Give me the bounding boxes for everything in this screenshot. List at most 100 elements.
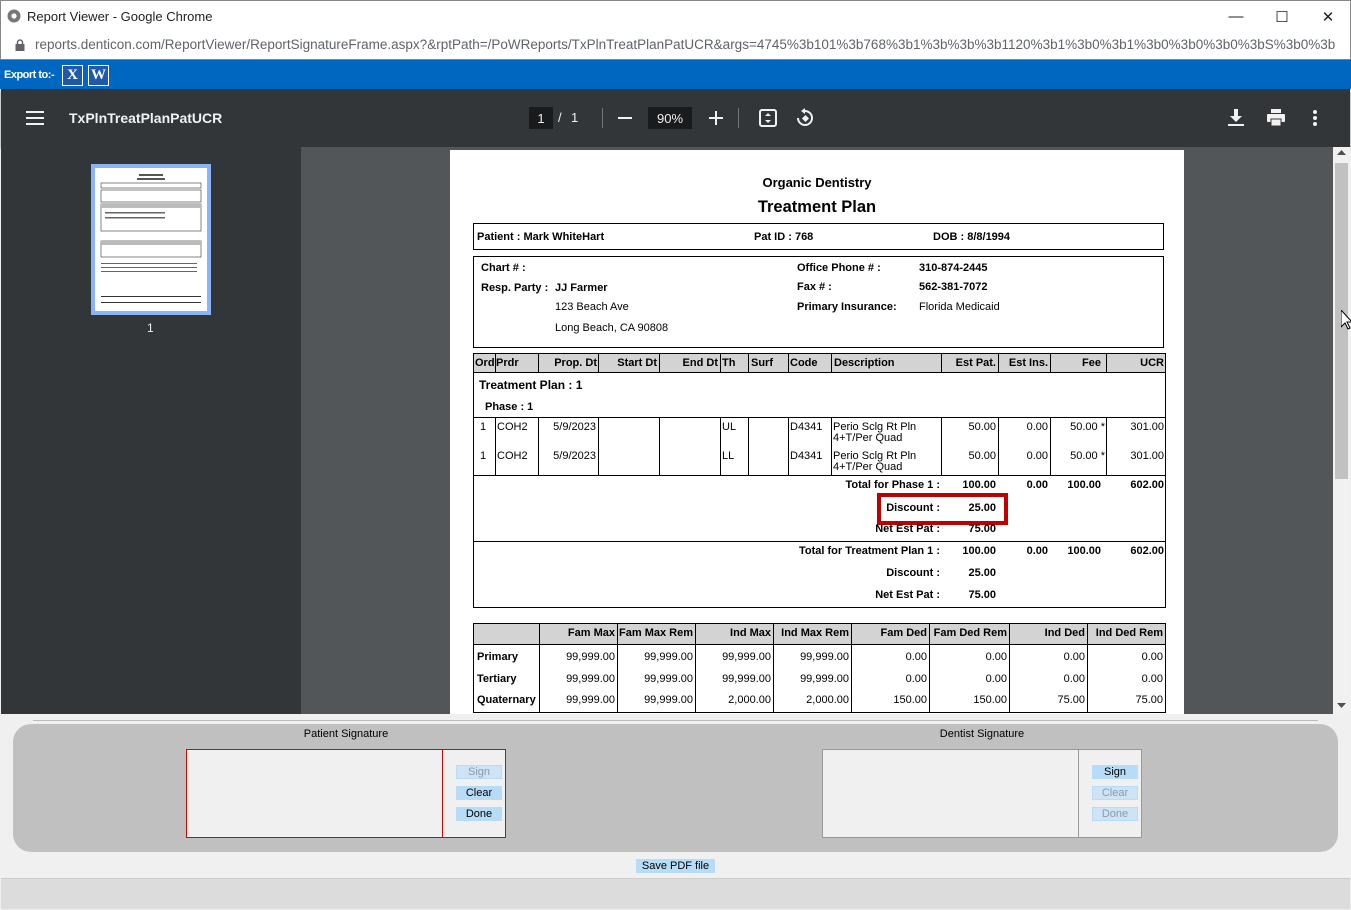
pdf-viewer: Organic Dentistry Treatment Plan Patient…	[301, 147, 1333, 714]
resp-party-name: JJ Farmer	[555, 282, 608, 294]
maximize-button[interactable]: ☐	[1259, 1, 1305, 32]
tx-cell-code: D4341	[790, 421, 823, 433]
scroll-down-icon[interactable]	[1337, 703, 1346, 709]
header-col-divider	[941, 354, 942, 373]
menu-icon[interactable]	[26, 111, 44, 125]
dentist-done-button[interactable]: Done	[1092, 807, 1138, 821]
save-pdf-button[interactable]: Save PDF file	[636, 859, 715, 873]
ins-cell: 0.00	[1141, 673, 1163, 685]
window-titlebar: Report Viewer - Google Chrome — ☐ ✕	[0, 0, 1351, 31]
col-th: Th	[722, 357, 736, 369]
plan-discount-value: 25.00	[968, 567, 996, 579]
col-divider	[538, 417, 539, 475]
print-icon[interactable]	[1267, 109, 1285, 126]
ins-cell: 99,999.00	[566, 673, 615, 685]
col-divider	[495, 417, 496, 475]
phase-total-label: Total for Phase 1 :	[845, 479, 940, 491]
export-word-button[interactable]: W	[88, 65, 109, 86]
col-divider	[598, 417, 599, 475]
header-col-divider	[538, 354, 539, 373]
zoom-input[interactable]: 90%	[648, 107, 692, 129]
office-phone-value: 310-874-2445	[919, 262, 988, 274]
col-divider	[1106, 417, 1107, 475]
ins-cell: 99,999.00	[566, 651, 615, 663]
close-button[interactable]: ✕	[1305, 1, 1351, 32]
lock-icon	[15, 39, 25, 51]
ins-row-name: Quaternary	[477, 694, 536, 706]
report-title: Treatment Plan	[757, 198, 877, 216]
ins-cell: 99,999.00	[800, 651, 849, 663]
col-surf: Surf	[751, 357, 773, 369]
ins-col-header: Ind Max Rem	[781, 627, 849, 639]
toolbar-divider	[602, 108, 603, 128]
address-bar[interactable]: reports.denticon.com/ReportViewer/Report…	[0, 31, 1351, 59]
mouse-cursor-icon	[1341, 310, 1351, 330]
col-est-pat: Est Pat.	[955, 357, 996, 369]
row-divider	[474, 541, 1165, 542]
patient-clear-button[interactable]: Clear	[456, 786, 502, 800]
page-number-input[interactable]: 1	[529, 107, 553, 129]
row-divider	[474, 417, 1165, 418]
plan-net-value: 75.00	[968, 589, 996, 601]
header-col-divider	[1050, 354, 1051, 373]
phase-net-label: Net Est Pat :	[875, 523, 940, 535]
ins-cell: 99,999.00	[644, 694, 693, 706]
ins-cell: 0.00	[905, 651, 927, 663]
dentist-sign-button[interactable]: Sign	[1092, 765, 1138, 779]
patient-signature-label: Patient Signature	[303, 728, 389, 740]
tx-cell-prop: 5/9/2023	[553, 421, 596, 433]
toolbar-divider	[738, 108, 739, 128]
patient-sign-button[interactable]: Sign	[456, 765, 502, 779]
phase-total-ucr: 602.00	[1130, 479, 1164, 491]
ins-cell: 99,999.00	[722, 673, 771, 685]
office-phone-label: Office Phone # :	[797, 262, 881, 274]
phase-label: Phase : 1	[485, 401, 534, 413]
header-col-divider	[720, 354, 721, 373]
page-thumbnail[interactable]	[91, 164, 211, 315]
plan-total-estpat: 100.00	[962, 545, 996, 557]
col-fee: Fee	[1082, 357, 1101, 369]
zoom-in-icon[interactable]	[709, 111, 723, 125]
rotate-icon[interactable]	[795, 108, 815, 128]
address-line2: Long Beach, CA 90808	[555, 322, 669, 334]
report-page: Organic Dentistry Treatment Plan Patient…	[450, 150, 1184, 714]
tx-cell-desc2: 4+T/Per Quad	[833, 432, 903, 444]
tx-cell-code: D4341	[790, 450, 823, 462]
col-divider	[788, 417, 789, 475]
thumbnail-sidebar: 1	[1, 147, 301, 714]
minimize-button[interactable]: —	[1213, 1, 1259, 32]
signature-divider	[33, 720, 1318, 721]
more-options-icon[interactable]	[1313, 110, 1317, 126]
col-divider	[831, 417, 832, 475]
scroll-up-icon[interactable]	[1337, 150, 1346, 156]
tx-cell-fee: 50.00 *	[1070, 421, 1105, 433]
insurance-label: Primary Insurance:	[797, 301, 897, 313]
col-divider	[659, 417, 660, 475]
ins-col-header: Fam Ded Rem	[933, 627, 1007, 639]
patient-signature-pad[interactable]	[187, 750, 443, 837]
patient-done-button[interactable]: Done	[456, 807, 502, 821]
patient-id: Pat ID : 768	[754, 231, 814, 243]
export-bar: Export to:- X W	[0, 59, 1351, 89]
url-text[interactable]: reports.denticon.com/ReportViewer/Report…	[35, 37, 1335, 52]
zoom-out-icon[interactable]	[618, 117, 632, 119]
ins-cell: 2,000.00	[806, 694, 849, 706]
download-icon[interactable]	[1228, 109, 1244, 127]
fit-page-icon[interactable]	[759, 109, 777, 127]
tx-cell-ucr: 301.00	[1130, 421, 1164, 433]
ins-cell: 99,999.00	[800, 673, 849, 685]
export-excel-button[interactable]: X	[62, 65, 83, 86]
viewer-scrollbar[interactable]	[1333, 147, 1350, 714]
dentist-signature-label: Dentist Signature	[939, 728, 1025, 740]
col-code: Code	[790, 357, 818, 369]
ins-cell: 0.00	[985, 651, 1007, 663]
fax-label: Fax # :	[797, 281, 832, 293]
address-line1: 123 Beach Ave	[555, 301, 629, 313]
header-col-divider	[495, 354, 496, 373]
dentist-signature-pad[interactable]	[823, 750, 1079, 837]
patient-dob: DOB : 8/8/1994	[933, 231, 1011, 243]
ins-col-header: Fam Max Rem	[619, 627, 693, 639]
ins-cell: 150.00	[893, 694, 927, 706]
dentist-clear-button[interactable]: Clear	[1092, 786, 1138, 800]
tx-cell-ord: 1	[480, 421, 487, 433]
